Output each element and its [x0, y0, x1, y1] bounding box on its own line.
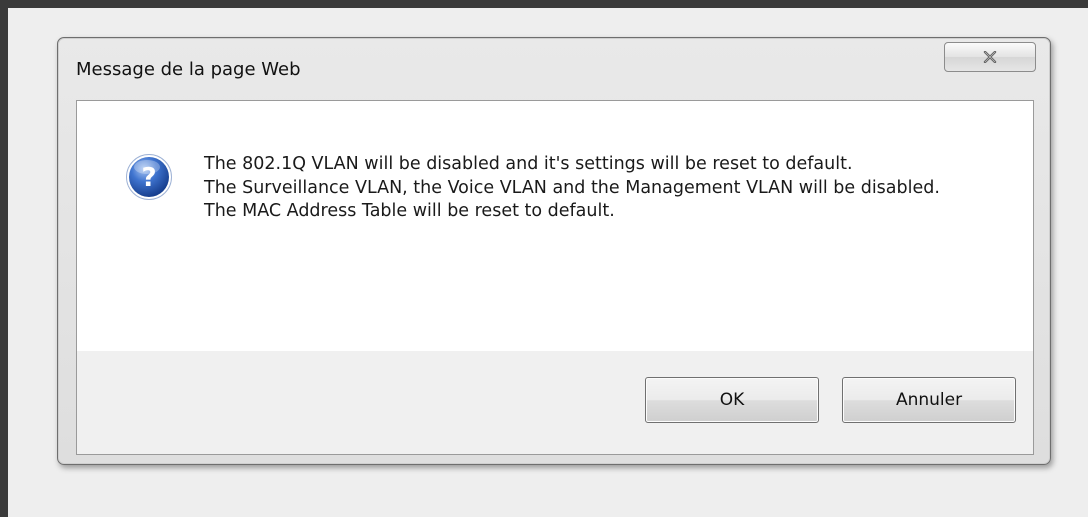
svg-text:?: ?	[141, 163, 156, 193]
dialog-titlebar[interactable]: Message de la page Web	[58, 38, 1050, 100]
question-icon: ?	[125, 153, 173, 201]
close-button[interactable]	[944, 42, 1036, 72]
dialog-body: ? The 802.1Q VLAN will be disabled and i…	[76, 100, 1034, 455]
button-bar: OK Annuler	[77, 351, 1033, 454]
message-line: The 802.1Q VLAN will be disabled and it'…	[204, 154, 853, 174]
cancel-button[interactable]: Annuler	[842, 377, 1016, 423]
message-line: The MAC Address Table will be reset to d…	[204, 201, 615, 221]
close-icon	[983, 51, 997, 63]
message-line: The Surveillance VLAN, the Voice VLAN an…	[204, 177, 940, 198]
ok-button[interactable]: OK	[645, 377, 819, 423]
message-area: ? The 802.1Q VLAN will be disabled and i…	[77, 101, 1033, 351]
message-dialog: Message de la page Web ? The 802.1Q VLAN…	[57, 37, 1051, 465]
dialog-title: Message de la page Web	[76, 59, 301, 80]
message-text: The 802.1Q VLAN will be disabled and it'…	[204, 153, 994, 224]
